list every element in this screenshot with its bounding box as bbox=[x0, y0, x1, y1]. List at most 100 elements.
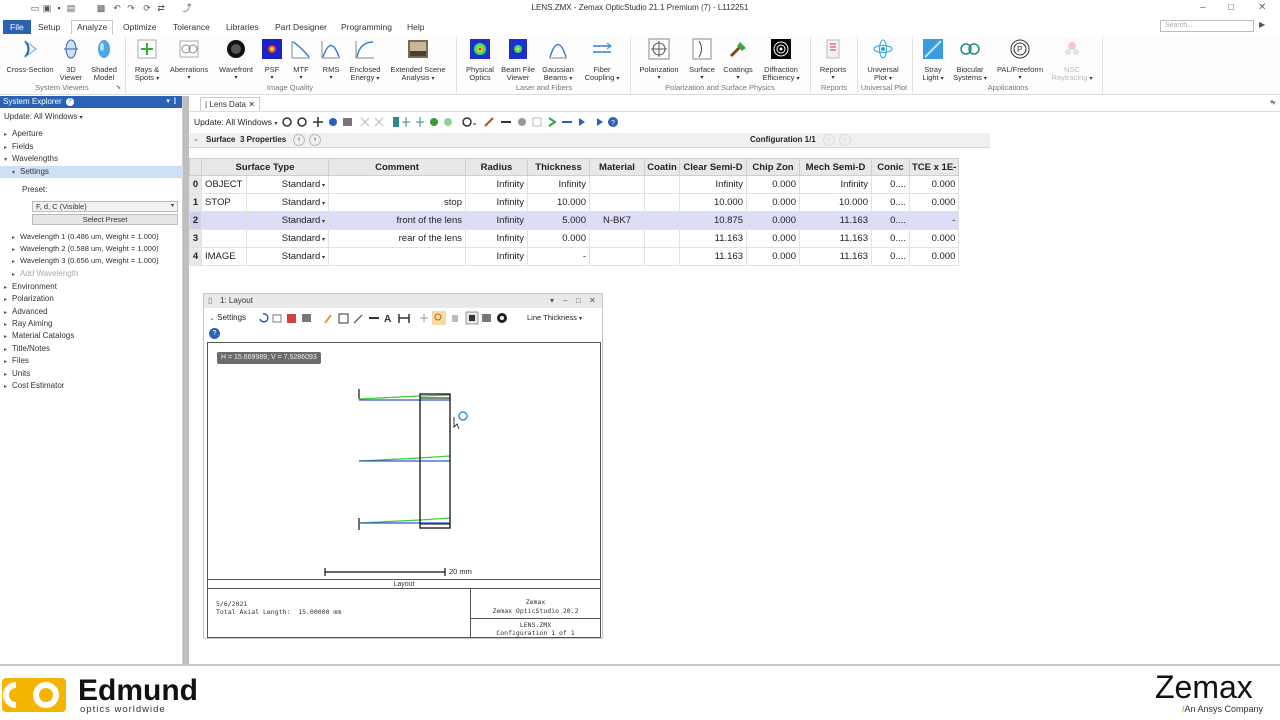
tab-libraries[interactable]: Libraries bbox=[221, 21, 264, 35]
search-arrow-icon[interactable]: ▶ bbox=[1259, 20, 1265, 29]
layout-window-titlebar[interactable]: ▯ 1: Layout ▾ – □ ✕ bbox=[204, 294, 602, 308]
tree-item-environment[interactable]: ▸ Environment bbox=[4, 282, 57, 291]
column-header[interactable]: Chip Zon bbox=[746, 158, 800, 176]
conic-cell[interactable]: 0.... bbox=[871, 193, 910, 212]
aberrations-button[interactable]: Aberrations ▾ bbox=[166, 38, 212, 83]
column-header[interactable]: Conic bbox=[871, 158, 910, 176]
preset-select[interactable]: F, d, C (Visible) ▾ bbox=[32, 201, 178, 212]
mtf-button[interactable]: MTF ▾ bbox=[289, 38, 313, 83]
coating-cell[interactable] bbox=[644, 247, 680, 266]
table-row[interactable]: 4 IMAGE Standard ▾ Infinity - 11.163 0.000 11.1… bbox=[189, 247, 960, 266]
clear-semi-diameter-cell[interactable]: 10.875 bbox=[679, 211, 747, 230]
thickness-cell[interactable]: Infinity bbox=[527, 175, 590, 194]
line-thickness-dropdown[interactable]: Line Thickness ▾ bbox=[527, 313, 582, 322]
mech-semi-diameter-cell[interactable]: 10.000 bbox=[799, 193, 872, 212]
surface-name-cell[interactable]: IMAGE bbox=[201, 247, 247, 266]
minimize-icon[interactable]: – bbox=[1200, 2, 1206, 13]
dropdown-arrow-icon[interactable]: ▾ bbox=[320, 183, 325, 189]
psf-button[interactable]: PSF ▾ bbox=[260, 38, 284, 83]
tree-item-wavelength-2[interactable]: ▸ Wavelength 2 (0.588 um, Weight = 1.000) bbox=[12, 244, 159, 253]
tree-item-advanced[interactable]: ▸ Advanced bbox=[4, 307, 48, 316]
dropdown-arrow-icon[interactable]: ▾ bbox=[320, 237, 325, 243]
surface-type-cell[interactable]: Standard ▾ bbox=[246, 229, 329, 248]
reports-button[interactable]: Reports ▾ bbox=[815, 38, 851, 83]
help-icon[interactable]: ? bbox=[209, 328, 220, 339]
close-icon[interactable]: ✕ bbox=[1258, 2, 1266, 13]
clear-semi-diameter-cell[interactable]: 10.000 bbox=[679, 193, 747, 212]
chip-zone-cell[interactable]: 0.000 bbox=[746, 247, 800, 266]
universal-plot-button[interactable]: Universal Plot ▾ bbox=[862, 38, 904, 84]
table-row[interactable]: 2 Standard ▾ front of the lens Infinity 5.00… bbox=[189, 211, 960, 230]
mech-semi-diameter-cell[interactable]: 11.163 bbox=[799, 211, 872, 230]
rms-button[interactable]: RMS ▾ bbox=[318, 38, 344, 83]
comment-cell[interactable]: stop bbox=[328, 193, 466, 212]
column-header[interactable]: Clear Semi-D bbox=[679, 158, 747, 176]
thickness-cell[interactable]: 10.000 bbox=[527, 193, 590, 212]
tce-cell[interactable]: 0.000 bbox=[908, 175, 960, 194]
radius-cell[interactable]: Infinity bbox=[465, 175, 528, 194]
wavefront-button[interactable]: Wavefront ▾ bbox=[214, 38, 258, 83]
thickness-cell[interactable]: - bbox=[527, 247, 590, 266]
column-header[interactable]: Radius bbox=[465, 158, 528, 176]
tce-cell[interactable]: 0.000 bbox=[908, 193, 960, 212]
table-row[interactable]: 3 Standard ▾ rear of the lens Infinity 0.000… bbox=[189, 229, 960, 248]
material-cell[interactable] bbox=[589, 247, 645, 266]
enclosed-energy-button[interactable]: Enclosed Energy ▾ bbox=[347, 38, 383, 84]
update-windows-dropdown[interactable]: Update: All Windows ▾ bbox=[194, 117, 277, 127]
polarization-button[interactable]: Polarization ▾ bbox=[636, 38, 682, 83]
gaussian-beams-button[interactable]: Gaussian Beams ▾ bbox=[540, 38, 576, 84]
update-dropdown[interactable]: Update: All Windows ▾ bbox=[4, 112, 83, 121]
thickness-cell[interactable]: 0.000 bbox=[527, 229, 590, 248]
tree-item-material-catalogs[interactable]: ▸ Material Catalogs bbox=[4, 331, 74, 340]
tab-tolerance[interactable]: Tolerance bbox=[168, 21, 215, 35]
cross-section-button[interactable]: Cross-Section bbox=[4, 38, 56, 74]
tree-item-wavelength-1[interactable]: ▸ Wavelength 1 (0.486 um, Weight = 1.000) bbox=[12, 232, 159, 241]
diffraction-efficiency-button[interactable]: Diffraction Efficiency ▾ bbox=[759, 38, 803, 84]
surface-type-cell[interactable]: Standard ▾ bbox=[246, 211, 329, 230]
previous-surface-icon[interactable]: ‹ bbox=[293, 134, 305, 146]
material-cell[interactable]: N-BK7 bbox=[589, 211, 645, 230]
tab-part-designer[interactable]: Part Designer bbox=[270, 21, 332, 35]
tree-item-add-wavelength[interactable]: ▸ Add Wavelength bbox=[12, 269, 78, 278]
tab-programming[interactable]: Programming bbox=[336, 21, 397, 35]
tab-lens-data[interactable]: ⫿ Lens Data ✕ bbox=[200, 97, 260, 111]
close-tab-icon[interactable]: ✕ bbox=[248, 100, 255, 109]
conic-cell[interactable]: 0.... bbox=[871, 211, 910, 230]
panel-menu-icon[interactable]: ▾ bbox=[1272, 99, 1276, 107]
dialog-launcher-icon[interactable]: ⬊ bbox=[116, 84, 121, 91]
tab-setup[interactable]: Setup bbox=[33, 21, 65, 35]
tce-cell[interactable]: 0.000 bbox=[908, 247, 960, 266]
surface-type-cell[interactable]: Standard ▾ bbox=[246, 193, 329, 212]
radius-cell[interactable]: Infinity bbox=[465, 247, 528, 266]
tab-optimize[interactable]: Optimize bbox=[118, 21, 162, 35]
stray-light-button[interactable]: Stray Light ▾ bbox=[916, 38, 950, 84]
window-menu-icon[interactable]: ▾ bbox=[550, 294, 554, 308]
coating-cell[interactable] bbox=[644, 193, 680, 212]
physical-optics-button[interactable]: Physical Optics bbox=[462, 38, 498, 83]
coating-cell[interactable] bbox=[644, 175, 680, 194]
clear-semi-diameter-cell[interactable]: 11.163 bbox=[679, 247, 747, 266]
column-header[interactable]: Comment bbox=[328, 158, 466, 176]
column-header[interactable]: Surface Type bbox=[201, 158, 329, 176]
tree-item-wavelengths[interactable]: ▾ Wavelengths bbox=[4, 154, 58, 163]
pal-freeform-button[interactable]: P PAL/Freeform ▾ bbox=[992, 38, 1048, 83]
conic-cell[interactable]: 0.... bbox=[871, 175, 910, 194]
surface-name-cell[interactable]: OBJECT bbox=[201, 175, 247, 194]
tree-item-ray-aiming[interactable]: ▸ Ray Aiming bbox=[4, 319, 52, 328]
tree-item-title-notes[interactable]: ▸ Title/Notes bbox=[4, 344, 50, 353]
search-input[interactable]: Search... bbox=[1160, 20, 1254, 32]
material-cell[interactable] bbox=[589, 175, 645, 194]
dropdown-arrow-icon[interactable]: ▾ bbox=[320, 201, 325, 207]
radius-cell[interactable]: Infinity bbox=[465, 193, 528, 212]
extended-scene-button[interactable]: Extended Scene Analysis ▾ bbox=[388, 38, 448, 84]
mech-semi-diameter-cell[interactable]: Infinity bbox=[799, 175, 872, 194]
shaded-model-button[interactable]: Shaded Model bbox=[87, 38, 121, 83]
tree-item-aperture[interactable]: ▸ Aperture bbox=[4, 129, 43, 138]
tree-item-files[interactable]: ▸ Files bbox=[4, 356, 29, 365]
layout-plot[interactable]: H = 15.669989, V = 7.5286093 20 mm Layou… bbox=[207, 342, 601, 638]
rays-spots-button[interactable]: Rays & Spots ▾ bbox=[130, 38, 164, 84]
column-header[interactable]: Material bbox=[589, 158, 645, 176]
next-config-icon[interactable]: › bbox=[839, 134, 851, 146]
clear-semi-diameter-cell[interactable]: Infinity bbox=[679, 175, 747, 194]
coatings-button[interactable]: Coatings ▾ bbox=[720, 38, 756, 83]
